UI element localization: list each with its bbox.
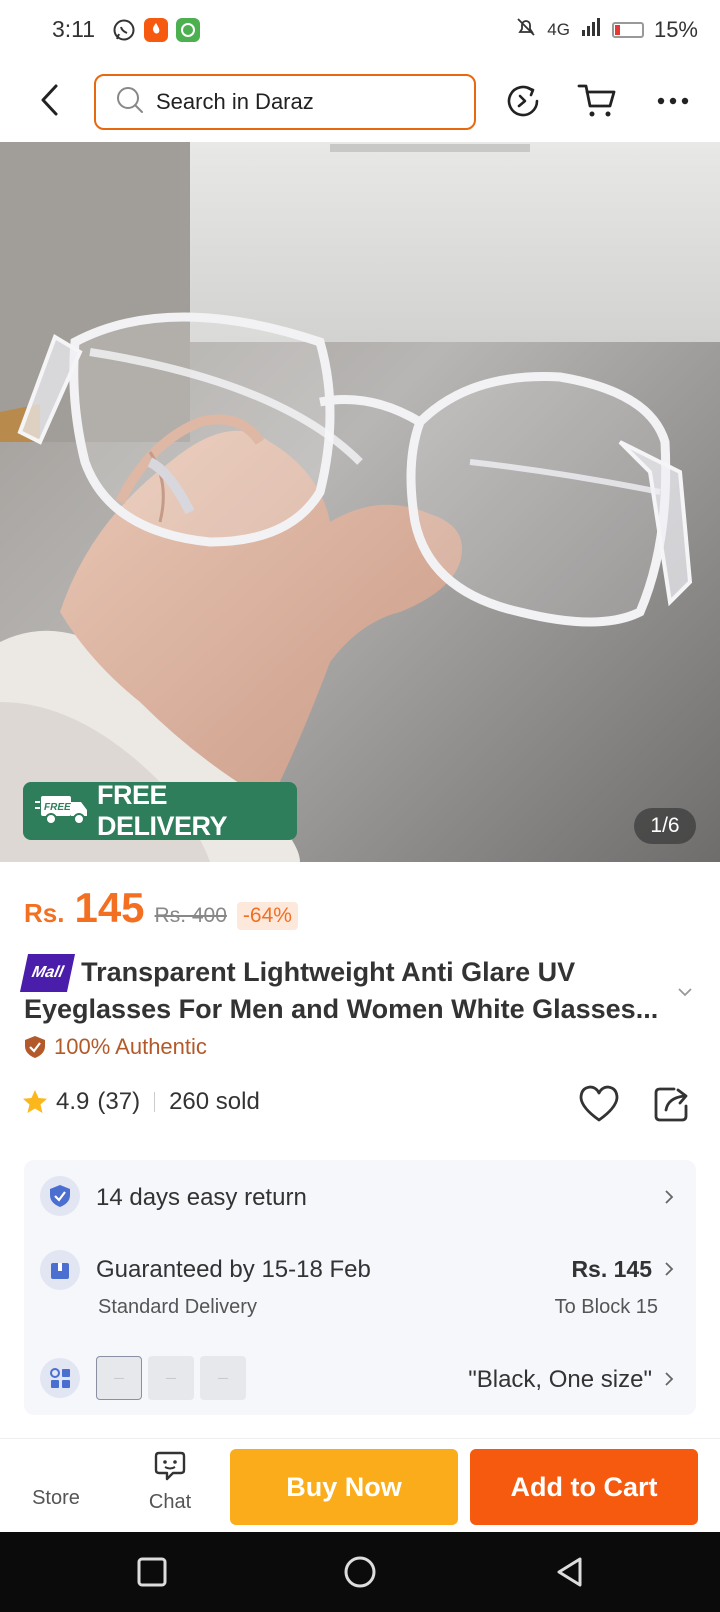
- chevron-right-icon: [665, 1262, 674, 1276]
- free-delivery-text: FREE DELIVERY: [97, 780, 228, 841]
- return-shield-icon: [40, 1176, 80, 1216]
- share-icon: [654, 1087, 688, 1122]
- whatsapp-icon: [112, 18, 136, 42]
- variant-swatch[interactable]: —: [148, 1356, 194, 1400]
- discount-badge: -64%: [236, 902, 298, 930]
- refresh-app-icon: [176, 18, 200, 42]
- variant-swatch[interactable]: —: [200, 1356, 246, 1400]
- delivery-location: To Block 15: [554, 1296, 658, 1318]
- sold-count: 260 sold: [169, 1088, 260, 1115]
- buy-now-button[interactable]: Buy Now: [230, 1449, 458, 1525]
- system-nav-bar: [0, 1532, 720, 1612]
- triangle-back-icon: [557, 1557, 582, 1587]
- signal-icon: [580, 17, 602, 43]
- variant-selected: "Black, One size": [468, 1366, 652, 1393]
- more-button[interactable]: [652, 80, 694, 122]
- image-counter: 1/6: [634, 808, 696, 844]
- back-button[interactable]: [30, 80, 70, 120]
- chat-icon: [154, 1451, 186, 1481]
- cart-button[interactable]: [576, 80, 618, 122]
- battery-icon: [611, 22, 644, 38]
- returns-row[interactable]: 14 days easy return: [24, 1160, 696, 1230]
- chevron-right-icon: [665, 1372, 674, 1386]
- price-currency: Rs.: [24, 898, 65, 928]
- square-icon: [137, 1557, 167, 1587]
- delivery-type: Standard Delivery: [98, 1296, 257, 1318]
- expand-title-button[interactable]: [678, 984, 692, 1002]
- chevron-left-icon: [41, 84, 58, 116]
- cart-icon: [577, 84, 616, 117]
- wishlist-button[interactable]: [578, 1084, 620, 1126]
- price-row: Rs. 145 Rs. 400 -64%: [24, 884, 298, 932]
- returns-text: 14 days easy return: [96, 1184, 307, 1211]
- battery-level: 15%: [653, 17, 698, 42]
- variants-grid-icon: [40, 1358, 80, 1398]
- store-label: Store: [32, 1487, 80, 1509]
- delivery-truck-icon: FREE: [35, 792, 89, 831]
- status-bar: 3:11 4G 15%: [0, 0, 720, 62]
- current-price: 145: [74, 884, 145, 931]
- delivery-guarantee: Guaranteed by 15-18 Feb: [96, 1256, 371, 1283]
- circle-icon: [344, 1556, 376, 1588]
- chevron-down-icon: [678, 988, 692, 997]
- product-title-text: Transparent Lightweight Anti Glare UV Ey…: [24, 957, 659, 1024]
- more-icon: [657, 97, 689, 105]
- authentic-label: 100% Authentic: [24, 1034, 207, 1060]
- store-button[interactable]: Store: [16, 1459, 96, 1510]
- search-icon: [116, 86, 144, 119]
- free-delivery-badge: FREE FREE DELIVERY: [23, 780, 297, 841]
- shield-check-icon: [25, 1036, 45, 1058]
- chat-label: Chat: [148, 1491, 192, 1513]
- history-button[interactable]: [502, 80, 544, 122]
- authentic-text: 100% Authentic: [54, 1034, 207, 1059]
- mall-badge: Mall: [19, 954, 76, 992]
- product-image[interactable]: [0, 142, 720, 862]
- rating-score: 4.9: [56, 1088, 90, 1115]
- chevron-right-icon: [665, 1190, 674, 1204]
- service-info-card: 14 days easy return Guaranteed by 15-18 …: [24, 1160, 696, 1415]
- search-input[interactable]: Search in Daraz: [94, 74, 476, 130]
- share-button[interactable]: [652, 1084, 694, 1126]
- back-nav-button[interactable]: [552, 1554, 588, 1590]
- status-indicators: 4G 15%: [515, 16, 698, 44]
- delivery-price: Rs. 145: [571, 1256, 652, 1282]
- variant-swatch[interactable]: —: [96, 1356, 142, 1400]
- add-to-cart-button[interactable]: Add to Cart: [470, 1449, 698, 1525]
- product-title[interactable]: Mall Transparent Lightweight Anti Glare U…: [19, 954, 674, 1026]
- rating-count: (37): [97, 1088, 141, 1115]
- home-button[interactable]: [342, 1554, 378, 1590]
- variant-row[interactable]: — — — "Black, One size": [24, 1356, 696, 1406]
- heart-icon: [579, 1085, 619, 1122]
- history-icon: [507, 85, 539, 117]
- daraz-app-icon: [144, 18, 168, 42]
- original-price: Rs. 400: [154, 904, 227, 927]
- status-time: 3:11: [52, 16, 96, 42]
- recents-button[interactable]: [134, 1554, 170, 1590]
- free-badge-small-text: FREE: [44, 802, 71, 813]
- bottom-action-bar: Store Chat Buy Now Add to Cart: [0, 1438, 720, 1532]
- product-photo: [0, 142, 720, 862]
- delivery-box-icon: [40, 1250, 80, 1290]
- mute-icon: [515, 16, 537, 44]
- top-header: Search in Daraz: [0, 62, 720, 142]
- star-icon: [23, 1090, 47, 1113]
- rating-row[interactable]: 4.9 (37) 260 sold: [22, 1088, 260, 1116]
- delivery-row[interactable]: Guaranteed by 15-18 Feb Standard Deliver…: [24, 1240, 696, 1330]
- rating-divider: [154, 1092, 156, 1112]
- chat-button[interactable]: Chat: [130, 1449, 210, 1514]
- network-type: 4G: [547, 20, 570, 39]
- search-placeholder: Search in Daraz: [156, 89, 314, 114]
